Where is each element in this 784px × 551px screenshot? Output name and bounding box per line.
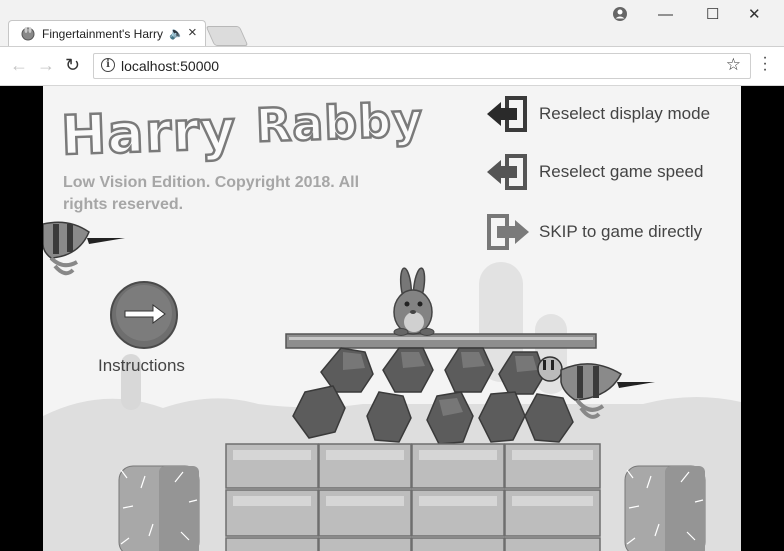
rabby-character xyxy=(393,267,435,336)
game-viewport: Harry Rabby Low Vision Edition. Copyrigh… xyxy=(0,86,784,551)
reselect-game-speed-label: Reselect game speed xyxy=(539,162,704,181)
star-icon[interactable]: ☆ xyxy=(726,55,741,75)
instructions-label[interactable]: Instructions xyxy=(98,356,185,376)
new-tab-button[interactable] xyxy=(205,26,249,46)
back-arrow-icon[interactable]: ← xyxy=(10,55,28,75)
copyright-text: Low Vision Edition. Copyright 2018. All … xyxy=(63,174,360,213)
address-bar[interactable]: i localhost:50000 ☆ xyxy=(93,53,751,79)
game-logo: Harry Rabby xyxy=(59,91,426,169)
logo-word-rabby: Rabby xyxy=(254,91,426,153)
tab-close-icon[interactable]: × xyxy=(188,25,197,41)
plank xyxy=(285,333,597,349)
arrow-right-icon xyxy=(110,281,178,349)
browser-titlebar: Fingertainment's Harry Rabby 🔈 × — ☐ ✕ xyxy=(0,0,784,48)
reload-icon[interactable]: ↻ xyxy=(65,55,80,75)
address-url[interactable]: localhost:50000 xyxy=(121,58,219,74)
info-icon[interactable]: i xyxy=(101,58,115,72)
favicon-icon xyxy=(21,27,35,41)
logo-word-harry: Harry xyxy=(59,97,239,169)
brick-wall xyxy=(225,443,601,551)
skip-to-game-button[interactable]: SKIP to game directly xyxy=(485,212,741,252)
spike-pillar-right xyxy=(624,465,706,551)
maximize-button[interactable]: ☐ xyxy=(706,6,719,24)
exit-door-icon xyxy=(487,96,527,132)
minimize-button[interactable]: — xyxy=(658,6,673,24)
bee-left xyxy=(43,221,125,276)
browser-tab[interactable]: Fingertainment's Harry Rabby 🔈 × xyxy=(8,20,206,48)
reselect-display-mode-button[interactable]: Reselect display mode xyxy=(485,94,741,134)
tab-title: Fingertainment's Harry Rabby xyxy=(42,27,166,41)
instructions-button[interactable] xyxy=(109,280,179,350)
game-stage[interactable]: Harry Rabby Low Vision Edition. Copyrigh… xyxy=(43,86,741,551)
forward-arrow-icon[interactable]: → xyxy=(37,55,55,75)
audio-playing-icon[interactable]: 🔈 xyxy=(169,26,184,40)
spike-pillar-left xyxy=(118,465,200,551)
close-button[interactable]: ✕ xyxy=(748,6,761,24)
user-icon[interactable] xyxy=(612,6,628,22)
reselect-display-mode-label: Reselect display mode xyxy=(539,104,711,123)
browser-toolbar: ← → ↻ i localhost:50000 ☆ · · · xyxy=(0,46,784,86)
exit-door-icon xyxy=(487,154,527,190)
skip-to-game-label: SKIP to game directly xyxy=(539,222,703,241)
enter-door-icon xyxy=(487,214,529,250)
menu-icon[interactable]: · · · xyxy=(762,50,768,78)
reselect-game-speed-button[interactable]: Reselect game speed xyxy=(485,152,741,192)
